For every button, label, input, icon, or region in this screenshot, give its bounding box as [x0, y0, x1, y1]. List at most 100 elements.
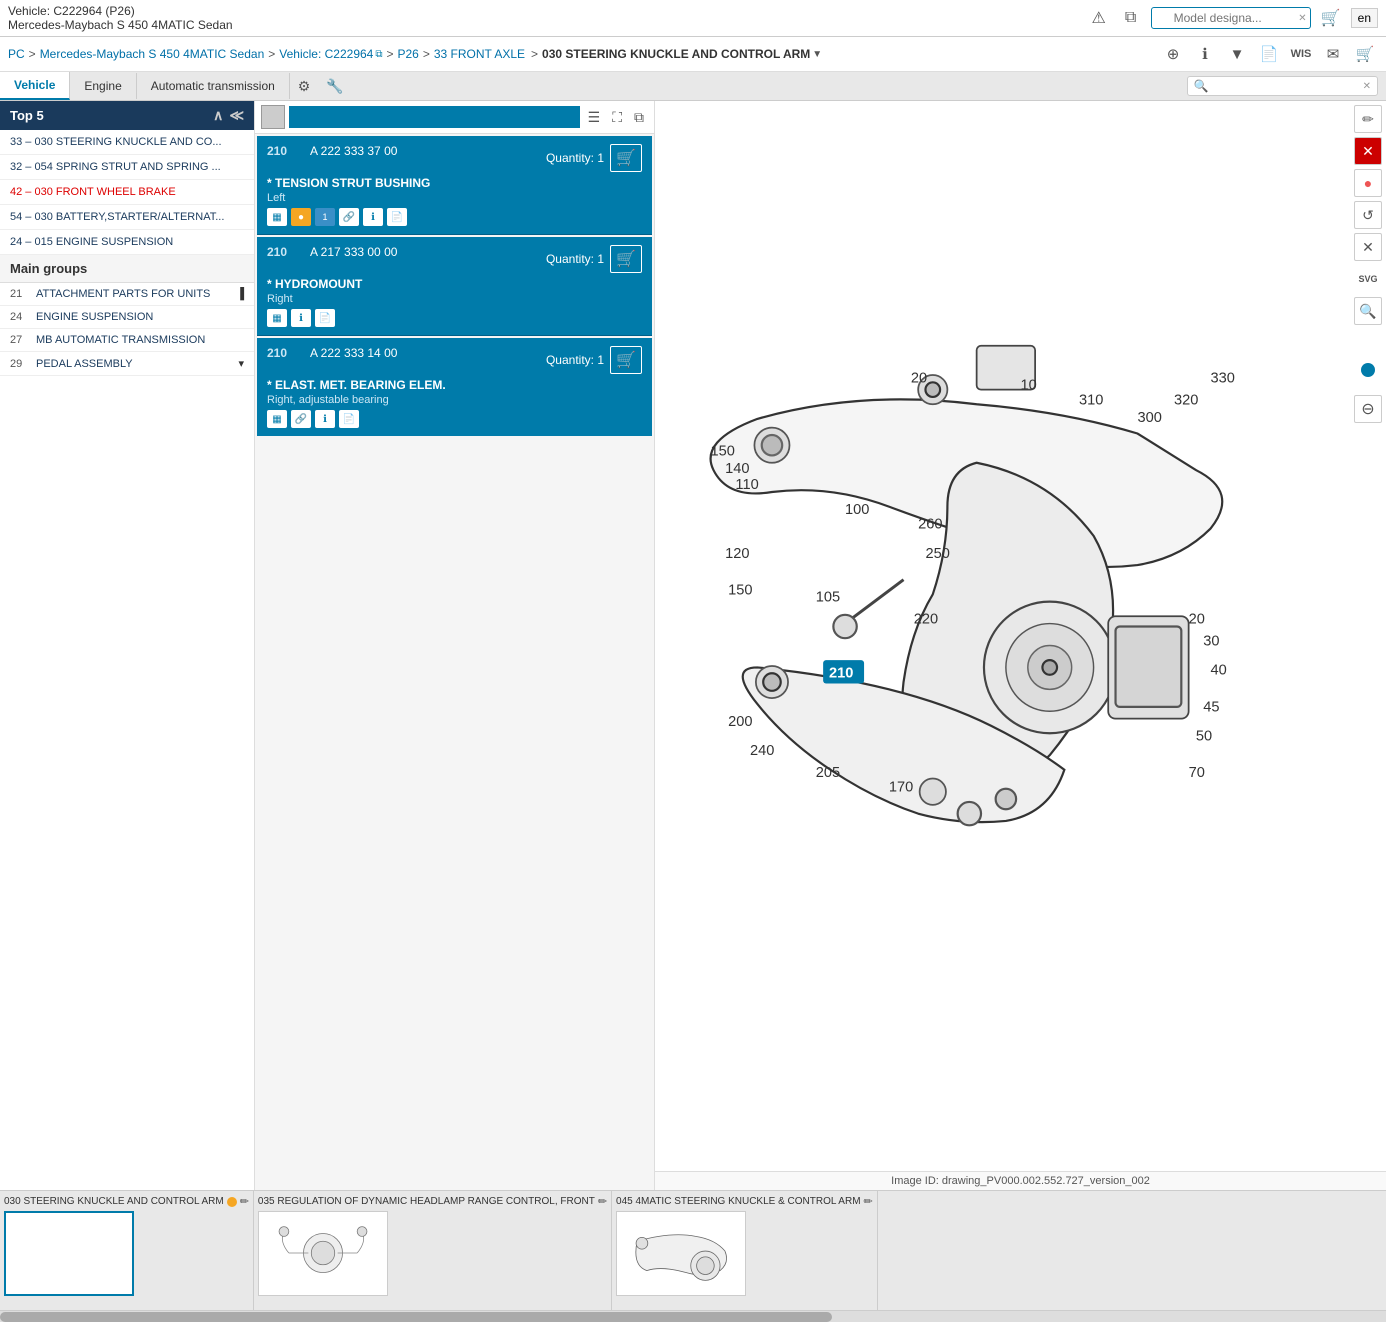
- part0-info-icon[interactable]: ℹ: [363, 208, 383, 226]
- group-27[interactable]: 27 MB AUTOMATIC TRANSMISSION: [0, 329, 254, 352]
- thumb0-img[interactable]: [4, 1211, 134, 1296]
- thumb1-edit-icon[interactable]: ✏: [598, 1195, 607, 1208]
- diagram-zoom-out-icon[interactable]: ⊖: [1354, 395, 1382, 423]
- part0-link-icon[interactable]: 🔗: [339, 208, 359, 226]
- tab-search-input[interactable]: [1209, 80, 1359, 92]
- tab-search-icon[interactable]: 🔍: [1194, 79, 1209, 93]
- right-panel: ✏ ✕ ● ↺ ✕ SVG 🔍 ⊖: [655, 101, 1386, 1190]
- doc-icon[interactable]: 📄: [1256, 41, 1282, 67]
- top5-close-icon[interactable]: ≪: [229, 107, 244, 124]
- tab-settings-icon[interactable]: ⚙: [290, 74, 319, 99]
- top-bar: Vehicle: C222964 (P26) Mercedes-Maybach …: [0, 0, 1386, 37]
- thumb-item-0[interactable]: 030 STEERING KNUCKLE AND CONTROL ARM ✏: [0, 1191, 254, 1310]
- top5-item-0[interactable]: 33 – 030 STEERING KNUCKLE AND CO...: [0, 130, 254, 155]
- thumb0-edit-icon[interactable]: ✏: [240, 1195, 249, 1208]
- cart-icon[interactable]: 🛒: [1352, 41, 1378, 67]
- svg-text:170: 170: [889, 780, 913, 796]
- breadcrumb-vehicle[interactable]: Vehicle: C222964: [279, 47, 373, 61]
- thumb-item-1[interactable]: 035 REGULATION OF DYNAMIC HEADLAMP RANGE…: [254, 1191, 612, 1310]
- top5-item-2[interactable]: 42 – 030 FRONT WHEEL BRAKE: [0, 180, 254, 205]
- horizontal-scrollbar[interactable]: [0, 1310, 1386, 1322]
- group-24[interactable]: 24 ENGINE SUSPENSION: [0, 306, 254, 329]
- thumb2-img[interactable]: [616, 1211, 746, 1296]
- part1-doc-icon[interactable]: 📄: [315, 309, 335, 327]
- tab-wrench-icon[interactable]: 🔧: [318, 74, 351, 99]
- cart-btn-1[interactable]: 🛒: [610, 245, 642, 273]
- zoom-in-icon[interactable]: ⊕: [1160, 41, 1186, 67]
- part0-grid-icon[interactable]: ▦: [267, 208, 287, 226]
- diagram-area: ✏ ✕ ● ↺ ✕ SVG 🔍 ⊖: [655, 101, 1386, 1190]
- top5-item-3[interactable]: 54 – 030 BATTERY,STARTER/ALTERNAT...: [0, 205, 254, 230]
- svg-text:20: 20: [1189, 612, 1205, 628]
- top5-collapse-icon[interactable]: ∧: [213, 107, 223, 124]
- parts-list: 210 A 222 333 37 00 Quantity: 1 🛒 * TENS…: [255, 134, 654, 1190]
- tab-search-clear-icon[interactable]: ✕: [1363, 81, 1371, 92]
- part-item-1[interactable]: 210 A 217 333 00 00 Quantity: 1 🛒 * HYDR…: [257, 237, 652, 336]
- part2-info-icon[interactable]: ℹ: [315, 410, 335, 428]
- part2-grid-icon[interactable]: ▦: [267, 410, 287, 428]
- cart-top-icon[interactable]: 🛒: [1319, 6, 1343, 30]
- top5-item-4[interactable]: 24 – 015 ENGINE SUSPENSION: [0, 230, 254, 255]
- svg-text:150: 150: [728, 582, 752, 598]
- scrollbar-thumb[interactable]: [0, 1312, 832, 1322]
- breadcrumb-p26[interactable]: P26: [398, 47, 419, 61]
- search-top-input[interactable]: [1151, 7, 1311, 29]
- diagram-rotate-icon[interactable]: ↺: [1354, 201, 1382, 229]
- part2-doc-icon[interactable]: 📄: [339, 410, 359, 428]
- breadcrumb-front-axle[interactable]: 33 FRONT AXLE: [434, 47, 525, 61]
- part0-badge-icon[interactable]: 1: [315, 208, 335, 226]
- filter-icon[interactable]: ▼: [1224, 41, 1250, 67]
- cart-btn-2[interactable]: 🛒: [610, 346, 642, 374]
- diagram-close-icon[interactable]: ✕: [1354, 137, 1382, 165]
- thumb2-edit-icon[interactable]: ✏: [864, 1195, 873, 1208]
- wis-icon[interactable]: WIS: [1288, 41, 1314, 67]
- bottom-thumbnails: 030 STEERING KNUCKLE AND CONTROL ARM ✏ 0…: [0, 1190, 1386, 1310]
- group-29[interactable]: 29 PEDAL ASSEMBLY ▾: [0, 352, 254, 376]
- toolbar-icons: ⊕ ℹ ▼ 📄 WIS ✉ 🛒: [1160, 41, 1378, 67]
- info-icon[interactable]: ℹ: [1192, 41, 1218, 67]
- part0-doc-icon[interactable]: 📄: [387, 208, 407, 226]
- diagram-svg-icon[interactable]: SVG: [1354, 265, 1382, 293]
- center-copy2-icon[interactable]: ⧉: [630, 107, 648, 128]
- diagram-zoom-out-small-icon[interactable]: 🔍: [1354, 297, 1382, 325]
- mail-icon[interactable]: ✉: [1320, 41, 1346, 67]
- copy-icon[interactable]: ⧉: [1119, 6, 1143, 30]
- part2-link-icon[interactable]: 🔗: [291, 410, 311, 428]
- group-scroll-indicator: ▾: [238, 357, 244, 370]
- diagram-circle-red-icon[interactable]: ●: [1354, 169, 1382, 197]
- svg-text:100: 100: [845, 502, 869, 518]
- center-search-input[interactable]: [289, 106, 580, 128]
- svg-text:40: 40: [1211, 663, 1227, 679]
- group-21[interactable]: 21 ATTACHMENT PARTS FOR UNITS ▐: [0, 283, 254, 306]
- diagram-cross-icon[interactable]: ✕: [1354, 233, 1382, 261]
- breadcrumb-copy-icon[interactable]: ⧉: [375, 49, 382, 60]
- warning-icon[interactable]: ⚠: [1087, 6, 1111, 30]
- top5-item-1[interactable]: 32 – 054 SPRING STRUT AND SPRING ...: [0, 155, 254, 180]
- tab-engine[interactable]: Engine: [70, 73, 136, 99]
- svg-text:220: 220: [914, 612, 938, 628]
- breadcrumb-model[interactable]: Mercedes-Maybach S 450 4MATIC Sedan: [40, 47, 265, 61]
- breadcrumb-dropdown-icon[interactable]: ▼: [812, 49, 822, 60]
- group-21-scroll[interactable]: ▐: [236, 288, 244, 300]
- thumb1-img[interactable]: [258, 1211, 388, 1296]
- part1-info-icon[interactable]: ℹ: [291, 309, 311, 327]
- part0-dot-icon[interactable]: ●: [291, 208, 311, 226]
- part1-grid-icon[interactable]: ▦: [267, 309, 287, 327]
- center-list-icon[interactable]: ☰: [584, 107, 605, 128]
- svg-text:260: 260: [918, 517, 942, 533]
- thumb-item-2[interactable]: 045 4MATIC STEERING KNUCKLE & CONTROL AR…: [612, 1191, 878, 1310]
- part-item-2[interactable]: 210 A 222 333 14 00 Quantity: 1 🛒 * ELAS…: [257, 338, 652, 436]
- lang-badge[interactable]: en: [1351, 8, 1378, 28]
- tabs-row: Vehicle Engine Automatic transmission ⚙ …: [0, 72, 1386, 101]
- diagram-edit-icon[interactable]: ✏: [1354, 105, 1382, 133]
- tab-automatic-transmission[interactable]: Automatic transmission: [137, 73, 290, 99]
- thumb1-label-text: 035 REGULATION OF DYNAMIC HEADLAMP RANGE…: [258, 1196, 595, 1207]
- top5-label: Top 5: [10, 108, 44, 123]
- center-expand-icon[interactable]: ⛶: [608, 107, 626, 128]
- svg-text:50: 50: [1196, 729, 1212, 745]
- part-item-0[interactable]: 210 A 222 333 37 00 Quantity: 1 🛒 * TENS…: [257, 136, 652, 235]
- search-clear-icon[interactable]: ✕: [1298, 13, 1306, 24]
- breadcrumb-pc[interactable]: PC: [8, 47, 25, 61]
- tab-vehicle[interactable]: Vehicle: [0, 72, 70, 100]
- cart-btn-0[interactable]: 🛒: [610, 144, 642, 172]
